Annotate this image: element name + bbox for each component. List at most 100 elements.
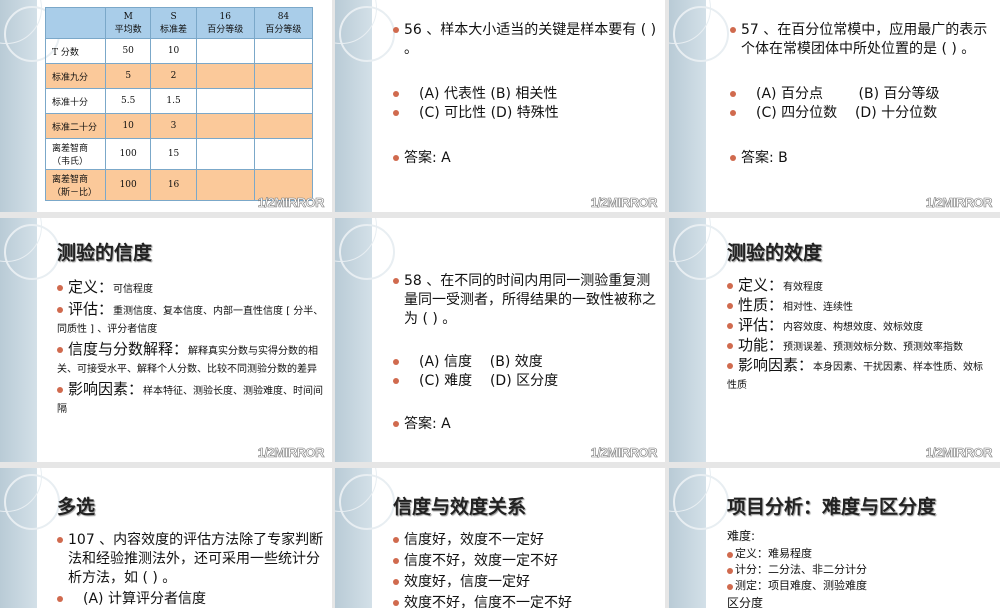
slide-thumbnail-3[interactable]: 57 、在百分位常模中，应用最广的表示个体在常模团体中所处位置的是 ( ) 。 … [669, 0, 1000, 212]
table-row: 离差智商（韦氏） 100 15 [45, 138, 314, 170]
cell: 16 [150, 169, 197, 201]
option-line: (C) 难度 (D) 区分度 [393, 372, 657, 391]
slide-thumbnail-8[interactable]: 信度与效度关系 信度好，效度不一定好 信度不好，效度一定不好 效度好，信度一定好… [335, 468, 665, 608]
slide-thumbnail-9[interactable]: 项目分析：难度与区分度 难度: 定义：难易程度 计分：二分法、非二分计分 测定：… [669, 468, 1000, 608]
cell: 标准二十分 [45, 113, 106, 139]
option-line: (C) 四分位数 (D) 十分位数 [730, 104, 992, 123]
table-row: 标准十分 5.5 1.5 [45, 88, 314, 114]
bullet-item: 信度好，效度不一定好 [393, 531, 657, 550]
option-line: (C) 可比性 (D) 特殊性 [393, 104, 657, 123]
bullet-value: 有效程度 [783, 282, 824, 293]
cell: 10 [150, 38, 197, 64]
option-line: (A) 计算评分者信度 [57, 590, 324, 608]
bullet-value: 可信程度 [113, 284, 154, 295]
cell: 15 [150, 138, 197, 170]
cell [195, 169, 255, 201]
cell: 100 [104, 169, 152, 201]
watermark: 1/2MIRROR [590, 195, 657, 211]
bullet-item: 效度好，信度一定好 [393, 573, 657, 592]
bullet-key: 评估： [738, 316, 784, 334]
norm-table: M 平均数 S 标准差 16 百分等级 84 百分等级 T 分数 50 10 标准九… [45, 7, 314, 201]
question-text: 56 、样本大小适当的关键是样本要有 ( ) 。 [393, 21, 657, 59]
slide-decoration [0, 218, 60, 462]
slide-body: 项目分析：难度与区分度 难度: 定义：难易程度 计分：二分法、非二分计分 测定：… [727, 492, 992, 608]
bullet-item: 影响因素：本身因素、干扰因素、样本性质、效标性质 [727, 357, 992, 394]
cell: 5 [104, 63, 152, 89]
bullet-item: 评估：内容效度、构想效度、效标效度 [727, 317, 992, 336]
slide-title: 信度与效度关系 [393, 496, 527, 518]
bullet-key: 影响因素： [738, 356, 814, 374]
cell [253, 38, 314, 64]
cell: 3 [150, 113, 197, 139]
question-text: 58 、在不同的时间内用同一测验重复测量同一受测者，所得结果的一致性被称之为 (… [393, 272, 657, 329]
slide-thumbnail-2[interactable]: 56 、样本大小适当的关键是样本要有 ( ) 。 (A) 代表性 (B) 相关性… [335, 0, 665, 212]
bullet-key: 定义： [68, 278, 114, 296]
slide-title: 多选 [57, 496, 96, 518]
header-cell: S 标准差 [150, 7, 197, 39]
slide-decoration [669, 468, 729, 608]
slide-decoration [0, 0, 60, 212]
cell [253, 88, 314, 114]
slide-body: 多选 107 、内容效度的评估方法除了专家判断法和经验推测法外，还可采用一些统计… [57, 492, 324, 608]
answer-text: 答案: A [393, 415, 657, 434]
slide-thumbnail-5[interactable]: 58 、在不同的时间内用同一测验重复测量同一受测者，所得结果的一致性被称之为 (… [335, 218, 665, 462]
bullet-item: 评估：重测信度、复本信度、内部一直性信度 [ 分半、同质性 ] 、评分者信度 [57, 301, 324, 338]
option-line: (A) 信度 (B) 效度 [393, 353, 657, 372]
watermark: 1/2MIRROR [925, 195, 992, 211]
watermark: 1/2MIRROR [257, 195, 324, 211]
slide-decoration [669, 218, 729, 462]
cell: 离差智商（韦氏） [45, 138, 106, 170]
bullet-item: 功能：预测误差、预测效标分数、预测效率指数 [727, 337, 992, 356]
cell [195, 113, 255, 139]
slide-decoration [0, 468, 60, 608]
bullet-item: 定义：有效程度 [727, 277, 992, 296]
cell: 100 [104, 138, 152, 170]
bullet-item: 计分：二分法、非二分计分 [727, 562, 992, 578]
table-row: 标准二十分 10 3 [45, 113, 314, 139]
answer-text: 答案: B [730, 149, 992, 168]
cell [253, 113, 314, 139]
watermark: 1/2MIRROR [590, 445, 657, 461]
cell [195, 38, 255, 64]
watermark: 1/2MIRROR [925, 445, 992, 461]
cell [253, 63, 314, 89]
slide-body: 测验的效度 定义：有效程度 性质：相对性、连续性 评估：内容效度、构想效度、效标… [727, 238, 992, 397]
bullet-item: 性质：相对性、连续性 [727, 297, 992, 316]
question-text: 107 、内容效度的评估方法除了专家判断法和经验推测法外，还可采用一些统计分析方… [57, 531, 324, 588]
slide-thumbnail-6[interactable]: 测验的效度 定义：有效程度 性质：相对性、连续性 评估：内容效度、构想效度、效标… [669, 218, 1000, 462]
cell: 离差智商（斯－比） [45, 169, 106, 201]
cell: 标准十分 [45, 88, 106, 114]
slide-title: 项目分析：难度与区分度 [727, 496, 937, 518]
bullet-key: 信度与分数解释： [68, 340, 189, 358]
cell: 标准九分 [45, 63, 106, 89]
slide-decoration [669, 0, 729, 212]
slide-thumbnail-1[interactable]: M 平均数 S 标准差 16 百分等级 84 百分等级 T 分数 50 10 标准九… [0, 0, 332, 212]
slide-thumbnail-4[interactable]: 测验的信度 定义：可信程度 评估：重测信度、复本信度、内部一直性信度 [ 分半、… [0, 218, 332, 462]
bullet-item: 定义：可信程度 [57, 279, 324, 298]
slide-body: 58 、在不同的时间内用同一测验重复测量同一受测者，所得结果的一致性被称之为 (… [393, 272, 657, 434]
cell: 50 [104, 38, 152, 64]
bullet-item: 测定：项目难度、测验难度 [727, 578, 992, 594]
table-header-row: M 平均数 S 标准差 16 百分等级 84 百分等级 [45, 7, 314, 39]
cell [195, 88, 255, 114]
question-text: 57 、在百分位常模中，应用最广的表示个体在常模团体中所处位置的是 ( ) 。 [730, 21, 992, 59]
slide-body: 测验的信度 定义：可信程度 评估：重测信度、复本信度、内部一直性信度 [ 分半、… [57, 238, 324, 421]
cell: 1.5 [150, 88, 197, 114]
bullet-value: 预测误差、预测效标分数、预测效率指数 [783, 342, 964, 353]
cell: 2 [150, 63, 197, 89]
subheading: 难度: [727, 529, 756, 543]
bullet-key: 评估： [68, 300, 114, 318]
bullet-key: 定义： [738, 276, 784, 294]
slide-body: 57 、在百分位常模中，应用最广的表示个体在常模团体中所处位置的是 ( ) 。 … [730, 21, 992, 168]
cell: 10 [104, 113, 152, 139]
slide-title: 测验的信度 [57, 242, 153, 264]
bullet-value: 内容效度、构想效度、效标效度 [783, 322, 924, 333]
slide-thumbnail-7[interactable]: 多选 107 、内容效度的评估方法除了专家判断法和经验推测法外，还可采用一些统计… [0, 468, 332, 608]
slide-decoration [335, 0, 395, 212]
watermark: 1/2MIRROR [257, 445, 324, 461]
slide-decoration [335, 468, 395, 608]
slide-decoration [335, 218, 395, 462]
answer-text: 答案: A [393, 149, 657, 168]
bullet-item: 效度不好，信度不一定不好 [393, 594, 657, 608]
bullet-item: 影响因素：样本特征、测验长度、测验难度、时间间隔 [57, 381, 324, 418]
